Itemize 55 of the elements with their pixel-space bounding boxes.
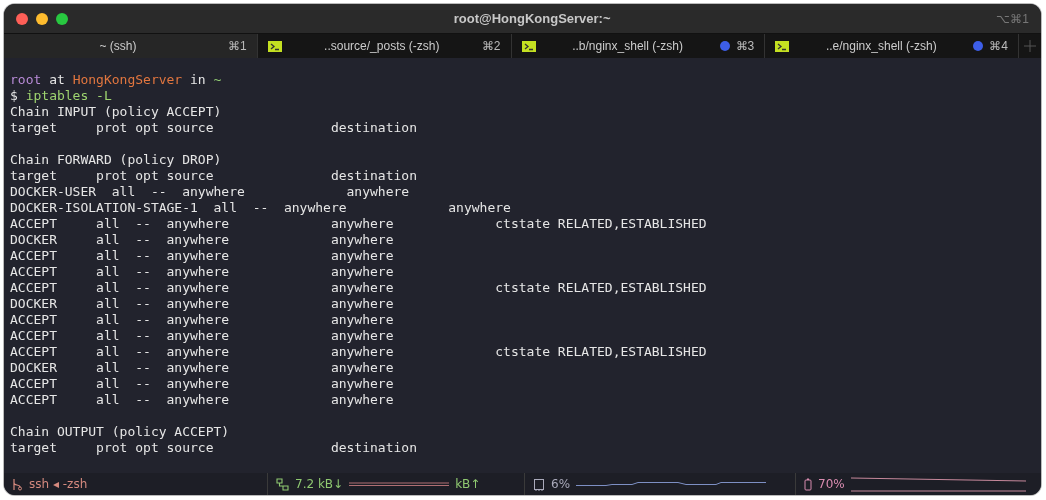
- output-line: Chain INPUT (policy ACCEPT): [10, 104, 222, 119]
- cpu-usage: 6%: [551, 477, 571, 491]
- output-line: ACCEPT all -- anywhere anywhere: [10, 248, 394, 263]
- output-line: DOCKER all -- anywhere anywhere: [10, 232, 394, 247]
- activity-dot: [719, 41, 730, 51]
- output-line: Chain OUTPUT (policy ACCEPT): [10, 424, 230, 439]
- download-rate: 7.2 kB↓: [295, 477, 344, 491]
- tab-label: ..source/_posts (-zsh): [323, 39, 441, 53]
- output-line: ACCEPT all -- anywhere anywhere: [10, 264, 394, 279]
- output-line: ACCEPT all -- anywhere anywhere: [10, 392, 394, 407]
- tab-label: ..b/nginx_shell (-zsh): [571, 39, 684, 53]
- prompt-word: in: [190, 72, 206, 87]
- network-icon: [276, 477, 289, 491]
- output-line: target prot opt source destination: [10, 168, 417, 183]
- branch-icon: [12, 477, 23, 491]
- output-line: ACCEPT all -- anywhere anywhere ctstate RELATED,ESTABLISHED: [10, 344, 707, 359]
- tab-shortcut: ⌘3: [735, 39, 755, 53]
- tab-label: ~ (ssh): [98, 39, 138, 53]
- cpu-icon: [533, 477, 545, 491]
- upload-rate: kB↑: [455, 477, 481, 491]
- output-line: DOCKER all -- anywhere anywhere: [10, 296, 394, 311]
- window-title: root@HongKongServer:~: [452, 11, 612, 26]
- session-label: ssh ◂ -zsh: [29, 477, 88, 491]
- tab-label: ..e/nginx_shell (-zsh): [824, 39, 938, 53]
- prompt-word: at: [49, 72, 65, 87]
- output-line: target prot opt source destination: [10, 120, 417, 135]
- close-button[interactable]: [16, 12, 28, 25]
- output-line: ACCEPT all -- anywhere anywhere: [10, 312, 394, 327]
- terminal-icon: [521, 40, 536, 52]
- activity-dot: [973, 41, 984, 51]
- zoom-button[interactable]: [56, 12, 68, 25]
- output-line: DOCKER all -- anywhere anywhere: [10, 360, 394, 375]
- output-line: ACCEPT all -- anywhere anywhere: [10, 328, 394, 343]
- terminal-icon: [267, 40, 282, 52]
- command-text: iptables -L: [25, 88, 112, 103]
- window-shortcut: ⌥⌘1: [996, 11, 1029, 26]
- battery-icon: [804, 477, 812, 491]
- tab-shortcut: ⌘4: [989, 39, 1008, 53]
- output-line: ACCEPT all -- anywhere anywhere: [10, 376, 394, 391]
- battery-level: 70%: [818, 477, 845, 491]
- prompt-symbol: $: [10, 88, 18, 103]
- minimize-button[interactable]: [36, 12, 48, 25]
- output-line: DOCKER-USER all -- anywhere anywhere: [10, 184, 410, 199]
- tab-shortcut: ⌘1: [228, 39, 247, 53]
- terminal-icon: [775, 40, 790, 52]
- output-line: Chain FORWARD (policy DROP): [10, 152, 222, 167]
- prompt-directory: ~: [213, 72, 222, 87]
- output-line: DOCKER-ISOLATION-STAGE-1 all -- anywhere anywhere: [10, 200, 511, 215]
- tab-shortcut: ⌘2: [481, 39, 501, 53]
- output-line: ACCEPT all -- anywhere anywhere ctstate RELATED,ESTABLISHED: [10, 280, 707, 295]
- prompt-user: root: [10, 72, 42, 87]
- prompt-host: HongKongServer: [72, 72, 183, 87]
- tab[interactable]: ~ (ssh) ⌘1: [4, 34, 258, 58]
- output-line: ACCEPT all -- anywhere anywhere ctstate RELATED,ESTABLISHED: [10, 216, 707, 231]
- output-line: target prot opt source destination: [10, 440, 417, 455]
